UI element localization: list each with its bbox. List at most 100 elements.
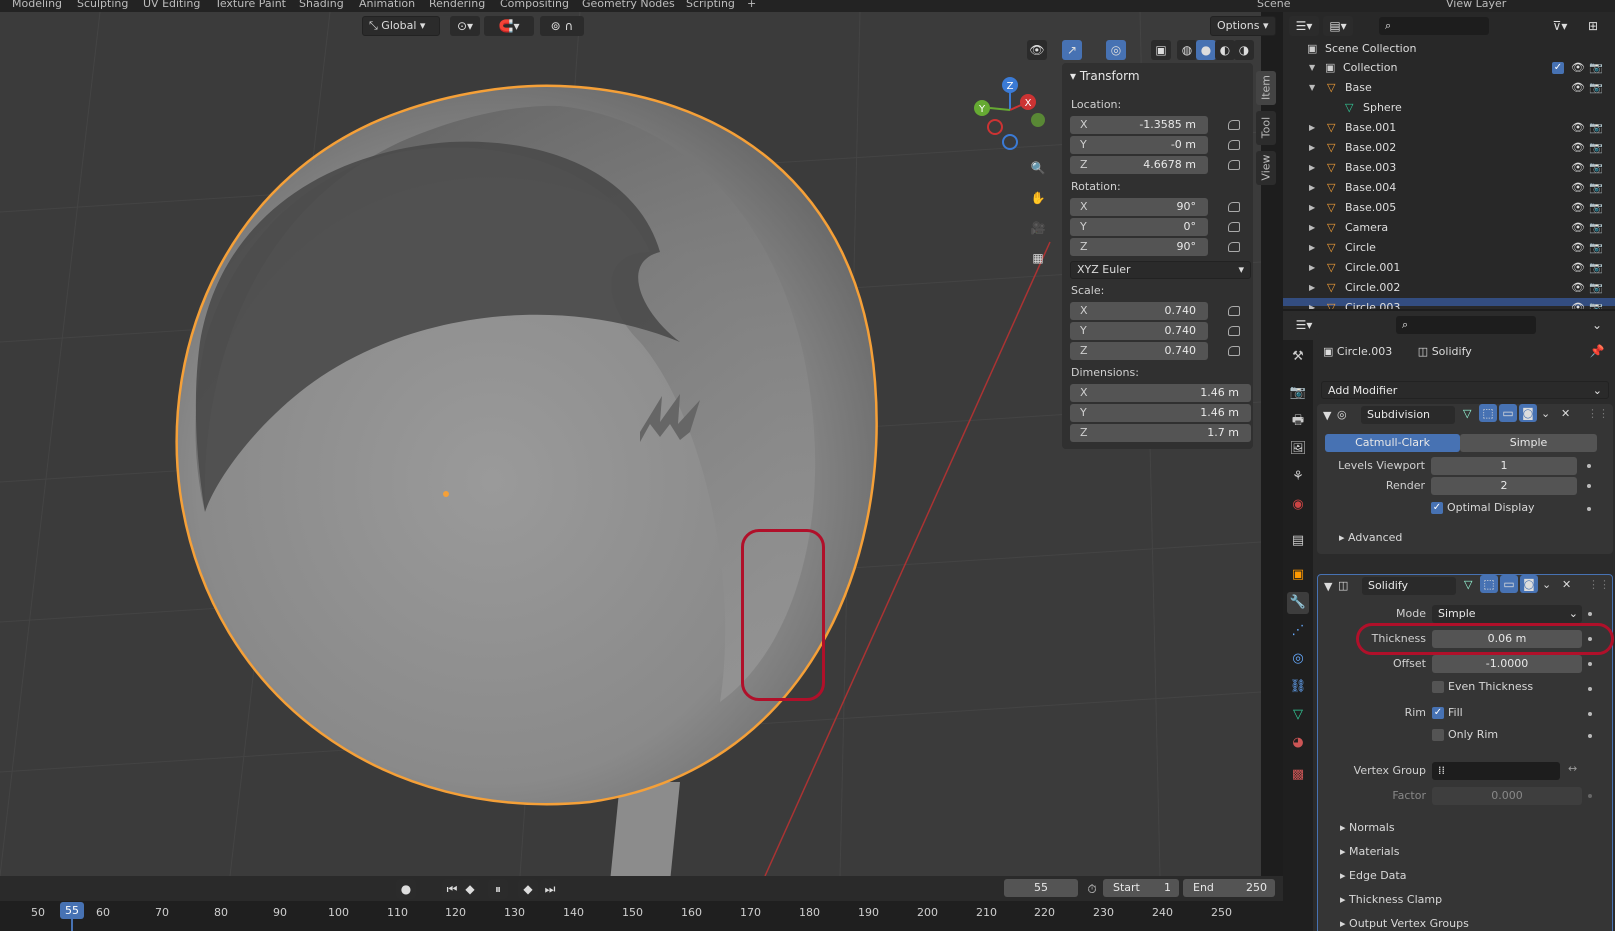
- gizmo-neg-z-icon[interactable]: [1002, 134, 1018, 150]
- clock-icon[interactable]: ⏱: [1082, 879, 1102, 899]
- texture-tab-icon[interactable]: ▩: [1287, 764, 1309, 786]
- tab-scripting[interactable]: Scripting: [686, 0, 735, 10]
- physics-tab-icon[interactable]: ◎: [1287, 648, 1309, 670]
- lock-icon[interactable]: [1228, 326, 1240, 336]
- outliner-item[interactable]: ▶ ▽ Base.005 👁 📷: [1283, 198, 1615, 218]
- outliner-item[interactable]: ▶ ▽ Base.004 👁 📷: [1283, 178, 1615, 198]
- expand-icon[interactable]: ▼: [1309, 58, 1315, 78]
- solidify-name-field[interactable]: Solidify: [1362, 577, 1456, 595]
- tab-rendering[interactable]: Rendering: [429, 0, 485, 10]
- keyframe-dot-icon[interactable]: [1588, 794, 1592, 798]
- render-icon[interactable]: 📷: [1589, 158, 1603, 178]
- offset-field[interactable]: -1.0000: [1432, 655, 1582, 673]
- lock-icon[interactable]: [1228, 306, 1240, 316]
- outliner-search-input[interactable]: ⌕: [1379, 17, 1489, 35]
- lock-icon[interactable]: [1228, 222, 1240, 232]
- tool-tab-icon[interactable]: ⚒: [1287, 346, 1309, 368]
- material-shading-icon[interactable]: ◐: [1215, 40, 1235, 60]
- keyframe-dot-icon[interactable]: [1588, 687, 1592, 691]
- material-tab-icon[interactable]: ◕: [1287, 732, 1309, 754]
- overlays-icon[interactable]: ◎: [1106, 40, 1126, 60]
- keyframe-dot-icon[interactable]: [1588, 734, 1592, 738]
- pan-hand-icon[interactable]: ✋: [1028, 188, 1048, 208]
- drag-handle-icon[interactable]: ⋮⋮: [1588, 578, 1610, 591]
- outliner-item[interactable]: ▶ ▽ Base.002 👁 📷: [1283, 138, 1615, 158]
- rotation-z-field[interactable]: Z 90°: [1070, 238, 1208, 256]
- collection-tab-icon[interactable]: ▤: [1287, 530, 1309, 552]
- current-frame-field[interactable]: 55: [1004, 879, 1078, 897]
- render-levels-field[interactable]: 2: [1431, 477, 1577, 495]
- start-frame-field[interactable]: Start 1: [1103, 879, 1179, 897]
- eye-icon[interactable]: 👁: [1571, 278, 1585, 298]
- keyframe-dot-icon[interactable]: [1588, 662, 1592, 666]
- render-icon[interactable]: ◙: [1520, 575, 1538, 593]
- dimension-z-field[interactable]: Z 1.7 m: [1070, 424, 1251, 442]
- expand-icon[interactable]: ▶: [1309, 298, 1315, 309]
- eye-icon[interactable]: 👁: [1571, 178, 1585, 198]
- expand-icon[interactable]: ▶: [1309, 158, 1315, 178]
- eye-icon[interactable]: 👁: [1571, 158, 1585, 178]
- add-workspace-button[interactable]: +: [747, 0, 756, 10]
- lock-icon[interactable]: [1228, 120, 1240, 130]
- outliner-item[interactable]: ▶ ▽ Circle 👁 📷: [1283, 238, 1615, 258]
- visibility-icon[interactable]: 👁: [1027, 40, 1047, 60]
- render-icon[interactable]: 📷: [1589, 178, 1603, 198]
- scale-z-field[interactable]: Z 0.740: [1070, 342, 1208, 360]
- edit-mode-icon[interactable]: ▽: [1464, 578, 1472, 591]
- record-icon[interactable]: ●: [396, 879, 416, 899]
- expand-icon[interactable]: ▶: [1309, 138, 1315, 158]
- scale-y-field[interactable]: Y 0.740: [1070, 322, 1208, 340]
- play-pause-icon[interactable]: ⏸: [488, 879, 508, 899]
- display-mode-icon[interactable]: ▤▾: [1323, 16, 1353, 36]
- eye-icon[interactable]: 👁: [1571, 218, 1585, 238]
- collapse-icon[interactable]: ▼: [1324, 580, 1332, 593]
- outliner-item[interactable]: ▶ ▽ Circle.003 👁 📷: [1283, 298, 1615, 309]
- cage-icon[interactable]: ⬚: [1480, 575, 1498, 593]
- drag-handle-icon[interactable]: ⋮⋮: [1587, 407, 1609, 420]
- scene-name[interactable]: Scene: [1257, 0, 1291, 10]
- wireframe-shading-icon[interactable]: ◍: [1177, 40, 1197, 60]
- prev-keyframe-icon[interactable]: ◆: [460, 879, 480, 899]
- playhead-frame[interactable]: 55: [60, 902, 84, 919]
- catmull-clark-tab[interactable]: Catmull-Clark: [1325, 434, 1460, 452]
- rotation-y-field[interactable]: Y 0°: [1070, 218, 1208, 236]
- outliner-item[interactable]: ▼ ▽ Base 👁 📷: [1283, 78, 1615, 98]
- outliner-collection[interactable]: ▼ ▣ Collection ✓ 👁 📷: [1283, 58, 1615, 78]
- eye-icon[interactable]: 👁: [1571, 298, 1585, 309]
- collapse-icon[interactable]: ▼: [1323, 409, 1331, 422]
- solidify-subpanel[interactable]: ▸ Output Vertex Groups: [1340, 917, 1469, 930]
- tab-texture-paint[interactable]: Texture Paint: [215, 0, 286, 10]
- data-tab-icon[interactable]: ▽: [1287, 704, 1309, 726]
- simple-tab[interactable]: Simple: [1460, 434, 1597, 452]
- xray-icon[interactable]: ▣: [1151, 40, 1171, 60]
- navigation-gizmo[interactable]: Z X Y: [970, 75, 1050, 155]
- solidify-subpanel[interactable]: ▸ Thickness Clamp: [1340, 893, 1442, 906]
- expand-icon[interactable]: ▶: [1309, 178, 1315, 198]
- filter-icon[interactable]: ⊽▾: [1545, 16, 1575, 36]
- next-keyframe-icon[interactable]: ◆: [518, 879, 538, 899]
- expand-icon[interactable]: ▶: [1309, 118, 1315, 138]
- jump-end-icon[interactable]: ⏭: [540, 879, 560, 899]
- expand-icon[interactable]: ▶: [1309, 198, 1315, 218]
- location-z-field[interactable]: Z 4.6678 m: [1070, 156, 1208, 174]
- proportional-edit-icon[interactable]: ⊚ ∩: [540, 16, 584, 36]
- outliner-item[interactable]: ▶ ▽ Base.001 👁 📷: [1283, 118, 1615, 138]
- even-thickness-checkbox[interactable]: [1432, 681, 1444, 693]
- solidify-subpanel[interactable]: ▸ Normals: [1340, 821, 1395, 834]
- ortho-grid-icon[interactable]: ▦: [1028, 248, 1048, 268]
- render-icon[interactable]: ◙: [1519, 404, 1537, 422]
- gizmo-neg-y-icon[interactable]: [1031, 113, 1045, 127]
- location-y-field[interactable]: Y -0 m: [1070, 136, 1208, 154]
- lock-icon[interactable]: [1228, 140, 1240, 150]
- particles-tab-icon[interactable]: ⋰: [1287, 620, 1309, 642]
- editor-type-icon[interactable]: ☰▾: [1289, 16, 1319, 36]
- expand-icon[interactable]: ▶: [1309, 238, 1315, 258]
- solidify-subpanel[interactable]: ▸ Edge Data: [1340, 869, 1406, 882]
- transform-header[interactable]: ▾ Transform: [1070, 69, 1140, 83]
- view-layer-name[interactable]: View Layer: [1446, 0, 1506, 10]
- render-icon[interactable]: 📷: [1589, 278, 1603, 298]
- scale-x-field[interactable]: X 0.740: [1070, 302, 1208, 320]
- new-collection-icon[interactable]: ⊞: [1583, 16, 1603, 36]
- jump-start-icon[interactable]: ⏮: [442, 879, 462, 899]
- transform-orientation-dropdown[interactable]: ⤡ Global ▾: [362, 16, 440, 36]
